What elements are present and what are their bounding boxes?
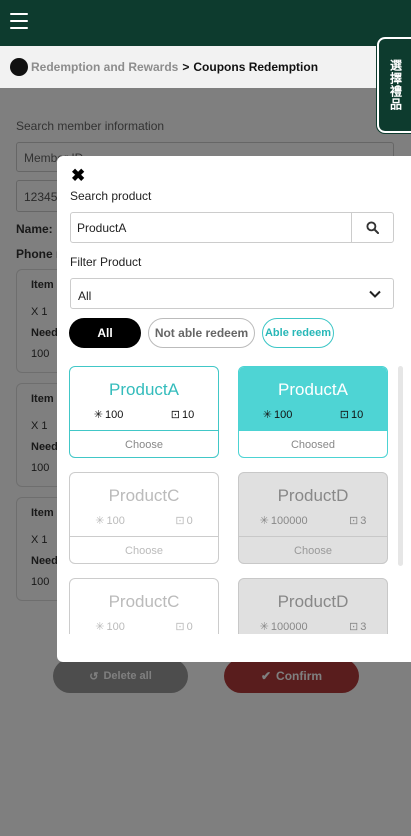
product-name: ProductD	[277, 486, 349, 505]
product-card[interactable]: ProductC ✳ 100 ⊡ 0 Choose	[69, 472, 219, 564]
chevron-down-icon	[369, 290, 381, 298]
asterisk-icon: ✳	[259, 515, 269, 527]
product-points: 100	[106, 620, 125, 633]
product-card[interactable]: ProductA ✳ 100 ⊡ 10 Choosed	[238, 366, 388, 458]
filter-all-pill[interactable]: All	[69, 318, 141, 348]
product-choose-button[interactable]: Choose	[70, 430, 218, 457]
product-grid: ProductA ✳ 100 ⊡ 10 Choose ProductA ✳ 100 ⊡…	[69, 366, 389, 634]
filter-product-select[interactable]: All	[70, 278, 394, 309]
product-stock: 10	[182, 408, 195, 421]
product-search-box	[70, 212, 394, 243]
asterisk-icon: ✳	[262, 409, 272, 421]
product-name: ProductA	[278, 380, 348, 399]
product-stock: 0	[186, 620, 193, 633]
product-chosen-button[interactable]: Choosed	[239, 430, 387, 457]
filter-product-value: All	[78, 289, 92, 303]
breadcrumb-parent-link[interactable]: Redemption and Rewards	[31, 60, 178, 74]
product-stock: 0	[186, 514, 193, 527]
coupon-icon: ⊡	[348, 621, 359, 633]
logo-icon	[10, 58, 28, 76]
asterisk-icon: ✳	[95, 515, 105, 527]
filter-not-able-pill[interactable]: Not able redeem	[148, 318, 255, 348]
product-points: 100000	[270, 514, 308, 527]
product-choose-button[interactable]: Choose	[239, 536, 387, 563]
close-icon[interactable]: ✖	[71, 166, 85, 186]
product-card[interactable]: ProductD ✳ 100000 ⊡ 3	[238, 578, 388, 634]
product-stock: 3	[360, 620, 367, 633]
asterisk-icon: ✳	[93, 409, 103, 421]
asterisk-icon: ✳	[95, 621, 105, 633]
search-product-label: Search product	[70, 189, 152, 203]
product-choose-button[interactable]: Choose	[70, 536, 218, 563]
filter-able-pill[interactable]: Able redeem	[262, 318, 334, 348]
coupon-icon: ⊡	[348, 515, 359, 527]
product-search-input[interactable]	[71, 213, 351, 242]
product-points: 100	[273, 408, 293, 421]
product-select-modal: ✖ Search product Filter Product All All …	[57, 156, 411, 662]
search-button[interactable]	[351, 213, 393, 242]
filter-product-label: Filter Product	[70, 255, 142, 269]
product-card[interactable]: ProductA ✳ 100 ⊡ 10 Choose	[69, 366, 219, 458]
breadcrumb-current: Coupons Redemption	[193, 60, 319, 74]
product-name: ProductC	[108, 486, 180, 505]
product-name: ProductA	[109, 380, 179, 399]
product-card[interactable]: ProductC ✳ 100 ⊡ 0	[69, 578, 219, 634]
coupon-icon: ⊡	[339, 409, 349, 421]
product-points: 100000	[270, 620, 308, 633]
coupon-icon: ⊡	[175, 621, 185, 633]
product-name: ProductC	[108, 592, 180, 611]
product-grid-scrollbar[interactable]	[398, 366, 403, 566]
top-bar	[0, 0, 411, 46]
select-gift-tab[interactable]: 選擇禮品	[377, 37, 411, 133]
coupon-icon: ⊡	[170, 409, 180, 421]
hamburger-icon[interactable]	[10, 13, 28, 31]
product-points: 100	[106, 514, 125, 527]
breadcrumb-separator: >	[182, 60, 190, 74]
coupon-icon: ⊡	[175, 515, 185, 527]
product-name: ProductD	[277, 592, 349, 611]
asterisk-icon: ✳	[259, 621, 269, 633]
search-icon	[366, 221, 379, 234]
product-card[interactable]: ProductD ✳ 100000 ⊡ 3 Choose	[238, 472, 388, 564]
product-stock: 10	[351, 408, 364, 421]
product-points: 100	[104, 408, 124, 421]
product-stock: 3	[360, 514, 367, 527]
breadcrumb: Redemption and Rewards > Coupons Redempt…	[0, 46, 411, 88]
